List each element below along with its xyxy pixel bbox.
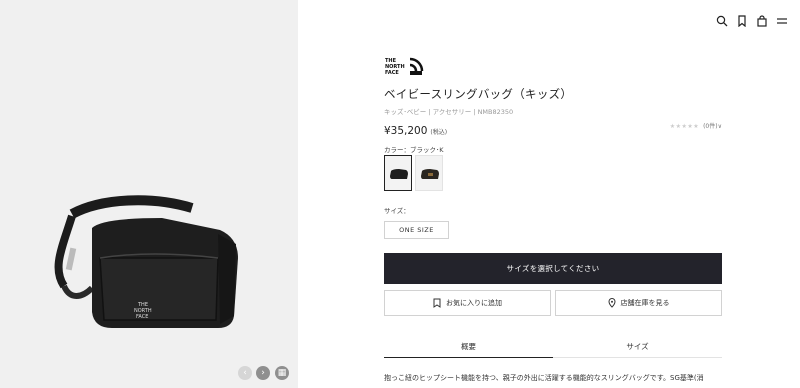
brand-logo[interactable]: THE NORTH FACE — [384, 55, 424, 77]
size-option-one-size[interactable]: ONE SIZE — [384, 221, 449, 239]
svg-text:FACE: FACE — [136, 314, 148, 320]
color-label: カラー：ブラック･K — [384, 146, 444, 154]
bookmark-icon[interactable] — [736, 12, 748, 28]
search-icon[interactable] — [716, 12, 728, 27]
store-stock-label: 店舗在庫を見る — [620, 299, 670, 307]
color-swatch-brown[interactable] — [415, 155, 443, 191]
detail-tabs: 概要 サイズ — [384, 336, 722, 358]
header-icons — [716, 12, 788, 28]
tax-note: (税込) — [430, 129, 448, 136]
prev-image-button[interactable]: ‹ — [238, 366, 252, 380]
review-rating[interactable]: ★★★★★ (0件)∨ — [670, 121, 722, 130]
add-to-favorites-button[interactable]: お気に入りに追加 — [384, 290, 551, 316]
star-rating-icon: ★★★★★ — [669, 123, 700, 130]
color-swatch-black[interactable] — [384, 155, 412, 191]
bookmark-icon — [433, 298, 441, 308]
favorites-label: お気に入りに追加 — [446, 299, 502, 307]
price-row: ¥35,200 (税込) ★★★★★ (0件)∨ — [384, 119, 722, 137]
tab-size[interactable]: サイズ — [553, 336, 722, 358]
tab-overview[interactable]: 概要 — [384, 336, 553, 358]
swatch-bag-image — [390, 169, 408, 179]
swatch-bag-image — [421, 169, 439, 179]
menu-icon[interactable] — [776, 12, 788, 24]
svg-text:FACE: FACE — [385, 70, 399, 76]
product-gallery: THE NORTH FACE ‹ › ▦ — [0, 0, 298, 388]
select-size-button[interactable]: サイズを選択してください — [384, 253, 722, 284]
grid-view-button[interactable]: ▦ — [275, 366, 289, 380]
product-title: ベイビースリングバッグ（キッズ） — [384, 87, 573, 101]
size-label: サイズ： — [384, 207, 410, 215]
review-count: (0件)∨ — [703, 123, 722, 130]
location-pin-icon — [607, 298, 616, 308]
product-price: ¥35,200 — [384, 125, 428, 137]
store-stock-button[interactable]: 店舗在庫を見る — [555, 290, 722, 316]
product-image: THE NORTH FACE — [54, 195, 238, 328]
next-image-button[interactable]: › — [256, 366, 270, 380]
product-breadcrumb: キッズ･ベビー | アクセサリー | NMB82350 — [384, 108, 514, 116]
bag-icon[interactable] — [756, 12, 768, 27]
product-description: 抱っこ紐のヒップシート機能を持つ、親子の外出に活躍する機能的なスリングバッグです… — [384, 374, 704, 382]
